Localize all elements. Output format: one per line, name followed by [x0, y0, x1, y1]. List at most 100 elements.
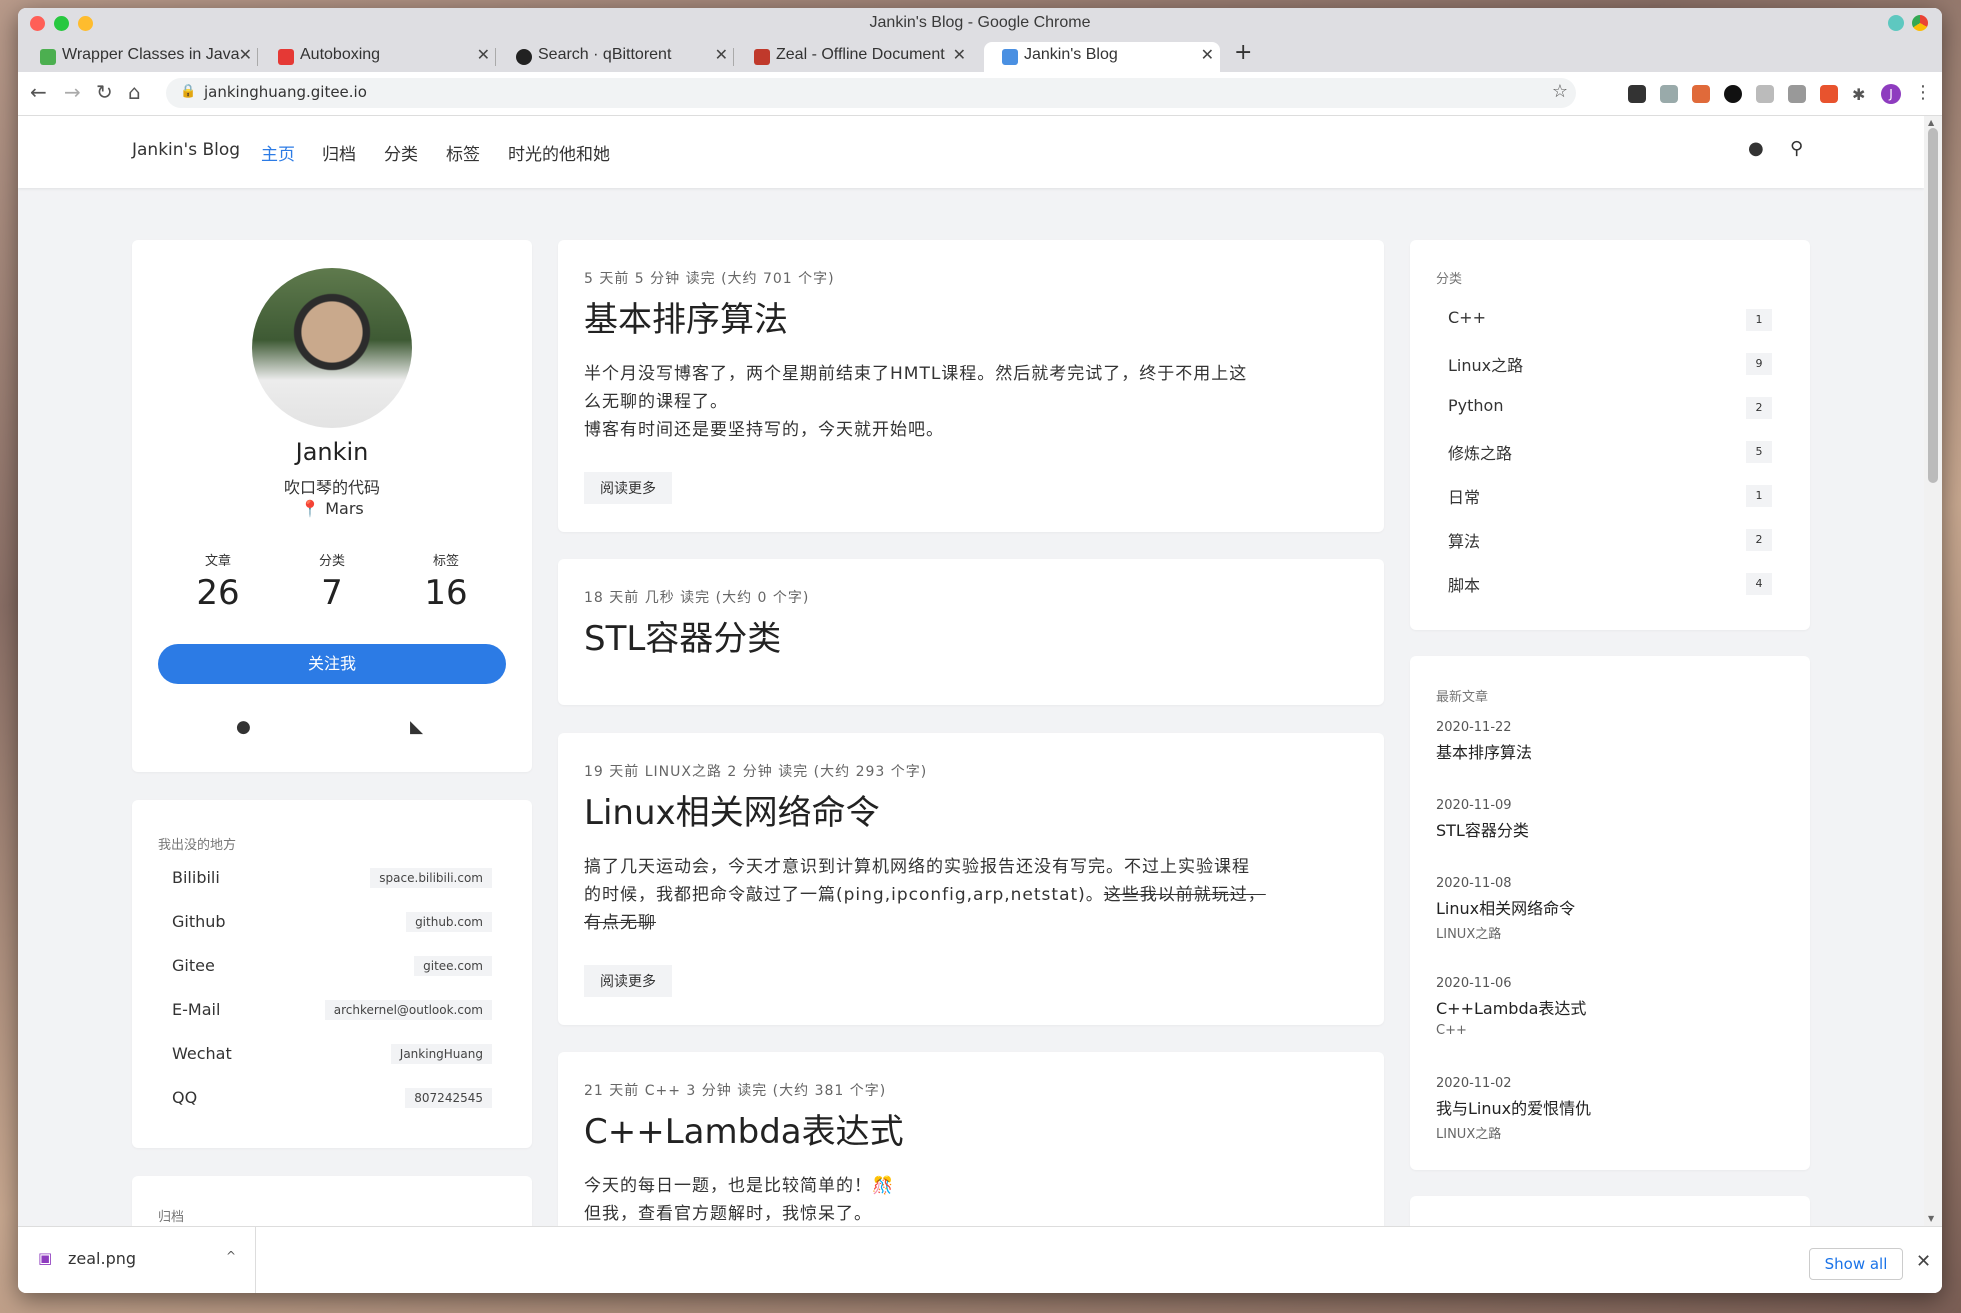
github-icon[interactable]: ● — [1748, 138, 1764, 159]
category-row[interactable]: 日常 1 — [1448, 480, 1772, 510]
nav-categories[interactable]: 分类 — [384, 140, 418, 165]
excerpt-line: 但我，查看官方题解时，我惊呆了。 — [584, 1204, 872, 1224]
recent-title[interactable]: 基本排序算法 — [1436, 739, 1784, 763]
link-row-github[interactable]: Github github.com — [172, 908, 492, 938]
address-bar[interactable]: 🔒 jankinghuang.gitee.io ☆ — [166, 78, 1576, 108]
new-tab-button[interactable]: + — [1234, 40, 1252, 65]
read-more-button[interactable]: 阅读更多 — [584, 965, 672, 997]
github-icon[interactable]: ● — [236, 717, 251, 737]
extension-icon[interactable] — [1756, 85, 1774, 103]
post-card: 19 天前 LINUX之路 2 分钟 读完 (大约 293 个字) Linux相… — [558, 733, 1384, 1025]
scrollbar-thumb[interactable] — [1928, 128, 1938, 483]
recent-category[interactable]: LINUX之路 — [1436, 923, 1784, 942]
chevron-up-icon[interactable]: ^ — [226, 1249, 236, 1263]
shield-extension-icon[interactable] — [1628, 85, 1646, 103]
nav-archive[interactable]: 归档 — [322, 140, 356, 165]
recent-title[interactable]: STL容器分类 — [1436, 817, 1784, 841]
link-row-qq[interactable]: QQ 807242545 — [172, 1084, 492, 1114]
title-bar: Jankin's Blog - Google Chrome — [18, 8, 1942, 38]
tags-card — [1410, 1196, 1810, 1226]
recent-title[interactable]: C++Lambda表达式 — [1436, 995, 1784, 1019]
window-title: Jankin's Blog - Google Chrome — [869, 14, 1091, 31]
link-name: QQ — [172, 1088, 198, 1107]
post-title[interactable]: STL容器分类 — [584, 611, 781, 660]
extension-icon[interactable] — [1724, 85, 1742, 103]
excerpt-line: 博客有时间还是要坚持写的，今天就开始吧。 — [584, 420, 944, 440]
extension-badge-icon[interactable] — [1820, 85, 1838, 103]
back-arrow-icon[interactable]: ← — [30, 80, 47, 104]
tab-autoboxing[interactable]: Autoboxing ✕ — [260, 42, 496, 72]
link-row-email[interactable]: E-Mail archkernel@outlook.com — [172, 996, 492, 1026]
category-row[interactable]: 脚本 4 — [1448, 568, 1772, 598]
close-tab-icon[interactable]: ✕ — [239, 45, 252, 65]
zeal-icon — [754, 49, 770, 65]
stat-tags[interactable]: 标签 16 — [406, 550, 486, 613]
layers-icon — [1002, 49, 1018, 65]
menu-kebab-icon[interactable]: ⋮ — [1914, 82, 1932, 103]
close-tab-icon[interactable]: ✕ — [953, 45, 966, 65]
tab-qbittorent[interactable]: Search · qBittorent ✕ — [498, 42, 734, 72]
stat-posts[interactable]: 文章 26 — [178, 550, 258, 613]
home-icon[interactable]: ⌂ — [128, 80, 141, 104]
post-title[interactable]: 基本排序算法 — [584, 292, 788, 341]
tab-jankins-blog[interactable]: Jankin's Blog ✕ — [984, 42, 1220, 72]
recent-post-item[interactable]: 2020-11-06 C++Lambda表达式 C++ — [1436, 976, 1784, 1038]
reload-icon[interactable]: ↻ — [96, 80, 113, 104]
link-row-wechat[interactable]: Wechat JankingHuang — [172, 1040, 492, 1070]
extension-icon[interactable] — [1660, 85, 1678, 103]
category-count: 5 — [1746, 441, 1772, 463]
post-title[interactable]: C++Lambda表达式 — [584, 1104, 904, 1153]
extension-icon[interactable] — [1692, 85, 1710, 103]
tab-zeal[interactable]: Zeal - Offline Document ✕ — [736, 42, 972, 72]
stat-label: 分类 — [318, 554, 345, 569]
tab-wrapper-classes[interactable]: Wrapper Classes in Java ✕ — [22, 42, 258, 72]
link-row-bilibili[interactable]: Bilibili space.bilibili.com — [172, 864, 492, 894]
recent-title[interactable]: Linux相关网络命令 — [1436, 895, 1784, 919]
nav-friends[interactable]: 时光的他和她 — [508, 140, 610, 165]
close-tab-icon[interactable]: ✕ — [477, 45, 490, 65]
page-scrollbar[interactable]: ▲ ▼ — [1924, 116, 1942, 1226]
stat-categories[interactable]: 分类 7 — [292, 550, 372, 613]
bookmark-star-icon[interactable]: ☆ — [1552, 81, 1568, 102]
link-row-gitee[interactable]: Gitee gitee.com — [172, 952, 492, 982]
recent-post-item[interactable]: 2020-11-08 Linux相关网络命令 LINUX之路 — [1436, 876, 1784, 942]
category-row[interactable]: Linux之路 9 — [1448, 348, 1772, 378]
recent-title[interactable]: 我与Linux的爱恨情仇 — [1436, 1095, 1784, 1119]
chrome-icon — [1912, 15, 1928, 31]
recent-post-item[interactable]: 2020-11-02 我与Linux的爱恨情仇 LINUX之路 — [1436, 1076, 1784, 1142]
category-row[interactable]: 修炼之路 5 — [1448, 436, 1772, 466]
recent-post-item[interactable]: 2020-11-09 STL容器分类 — [1436, 798, 1784, 841]
recent-category[interactable]: LINUX之路 — [1436, 1123, 1784, 1142]
read-more-button[interactable]: 阅读更多 — [584, 472, 672, 504]
recent-date: 2020-11-09 — [1436, 798, 1512, 813]
qr-code-icon[interactable] — [1788, 85, 1806, 103]
tab-label: Search · qBittorent — [538, 46, 672, 63]
close-tab-icon[interactable]: ✕ — [715, 45, 728, 65]
scroll-down-arrow-icon[interactable]: ▼ — [1928, 1214, 1934, 1223]
nav-tags[interactable]: 标签 — [446, 140, 480, 165]
scroll-up-arrow-icon[interactable]: ▲ — [1928, 118, 1934, 127]
search-icon[interactable]: ⚲ — [1790, 138, 1803, 159]
stat-value: 16 — [424, 573, 468, 613]
nav-home[interactable]: 主页 — [261, 140, 295, 165]
forward-arrow-icon[interactable]: → — [64, 80, 81, 104]
rss-icon[interactable]: ◣ — [410, 717, 423, 737]
recent-category[interactable]: C++ — [1436, 1023, 1784, 1038]
site-brand[interactable]: Jankin's Blog — [132, 140, 240, 160]
category-row[interactable]: C++ 1 — [1448, 304, 1772, 334]
show-all-button[interactable]: Show all — [1809, 1248, 1903, 1280]
recent-post-item[interactable]: 2020-11-22 基本排序算法 — [1436, 720, 1784, 763]
download-bar: ▣ zeal.png ^ Show all ✕ — [18, 1226, 1942, 1293]
category-row[interactable]: 算法 2 — [1448, 524, 1772, 554]
download-item[interactable]: ▣ zeal.png ^ — [18, 1227, 256, 1293]
link-value: github.com — [406, 912, 492, 932]
excerpt-line: 么无聊的课程了。 — [584, 392, 728, 412]
post-meta: 19 天前 LINUX之路 2 分钟 读完 (大约 293 个字) — [584, 764, 928, 780]
puzzle-icon[interactable]: ✱ — [1852, 85, 1870, 104]
category-row[interactable]: Python 2 — [1448, 392, 1772, 422]
post-title[interactable]: Linux相关网络命令 — [584, 785, 880, 834]
close-tab-icon[interactable]: ✕ — [1201, 45, 1214, 65]
follow-button[interactable]: 关注我 — [158, 644, 506, 684]
profile-avatar[interactable]: J — [1881, 84, 1901, 104]
close-icon[interactable]: ✕ — [1916, 1251, 1931, 1272]
